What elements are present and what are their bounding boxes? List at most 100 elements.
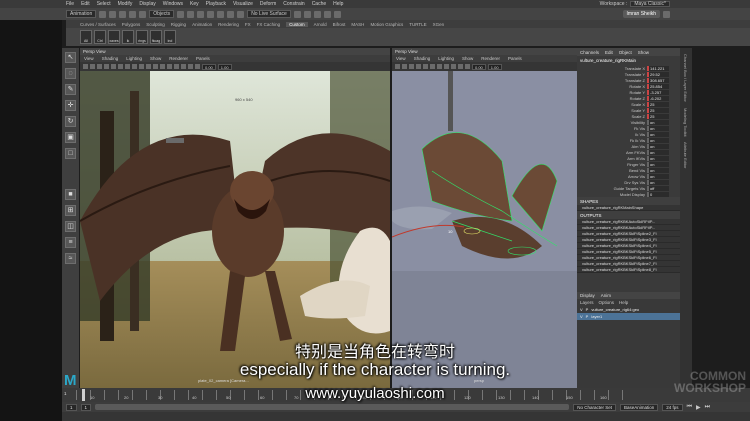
r-bookmark-icon[interactable] [409,64,414,69]
range-start-field[interactable]: 1 [80,403,92,411]
play-forward-icon[interactable]: ▶ [696,404,701,411]
right-menu-show[interactable]: Show [462,56,473,61]
grid-toggle-icon[interactable] [111,64,116,69]
play-end-icon[interactable]: ⏭ [705,404,710,411]
r-grid-toggle-icon[interactable] [423,64,428,69]
channel-attribute-row[interactable]: Scale X 25 [577,101,680,107]
new-scene-icon[interactable] [99,10,107,18]
attribute-value-field[interactable]: on [647,155,669,161]
tab-fx[interactable]: FX [245,22,251,27]
tab-fx-caching[interactable]: FX Caching [257,22,281,27]
outliner-pane-icon[interactable]: ≡ [65,237,76,248]
r-camera-lock-icon[interactable] [402,64,407,69]
tab-custom[interactable]: Custom [286,21,308,27]
layer-row-geo[interactable]: V P vulture_creature_rig64:geo [577,306,680,313]
image-plane-icon[interactable] [104,64,109,69]
right-menu-renderer[interactable]: Renderer [481,56,500,61]
tab-sculpting[interactable]: Sculpting [146,22,165,27]
tab-display-layers[interactable]: Display [580,293,595,298]
select-hierarchy-icon[interactable] [177,10,185,18]
attribute-value-field[interactable]: 25 [647,113,669,119]
left-menu-show[interactable]: Show [150,56,161,61]
left-gamma-field[interactable]: 1.00 [217,63,232,70]
gate-mask-icon[interactable] [132,64,137,69]
attribute-value-field[interactable]: on [647,173,669,179]
attribute-value-field[interactable]: on [647,119,669,125]
attribute-value-field[interactable]: off [647,185,669,191]
snap-grid-icon[interactable] [207,10,215,18]
menu-visualize[interactable]: Visualize [233,1,253,7]
right-menu-view[interactable]: View [396,56,406,61]
channel-attribute-row[interactable]: Arm IKVis on [577,155,680,161]
channel-attribute-row[interactable]: Rotate X 25.854 [577,83,680,89]
tab-turtle[interactable]: TURTLE [409,22,426,27]
attribute-value-field[interactable]: -3.257 [647,89,669,95]
side-tab-attribute-editor[interactable]: Attribute Editor [683,142,688,168]
channel-attribute-row[interactable]: Arrow Vis on [577,173,680,179]
tab-rendering[interactable]: Rendering [218,22,239,27]
cb-menu-object[interactable]: Object [619,50,632,55]
four-pane-icon[interactable]: ⊞ [65,205,76,216]
r-resolution-gate-icon[interactable] [437,64,442,69]
menuset-dropdown[interactable]: Animation [66,10,97,18]
side-tab-channel-box[interactable]: Channel Box / Layer Editor [683,54,688,102]
command-line[interactable] [62,412,750,421]
two-pane-icon[interactable]: ◫ [65,221,76,232]
channel-attribute-row[interactable]: Aim Vis on [577,143,680,149]
tab-anim-layers[interactable]: Anim [601,293,611,298]
left-menu-panels[interactable]: Panels [196,56,210,61]
ipr-render-icon[interactable] [313,10,321,18]
play-back-icon[interactable]: ⏮ [687,404,692,411]
r-wireframe-icon[interactable] [444,64,449,69]
menu-cache[interactable]: Cache [312,1,326,7]
resolution-gate-icon[interactable] [125,64,130,69]
le-menu-options[interactable]: Options [599,300,615,305]
graph-pane-icon[interactable]: ≈ [65,253,76,264]
output-node[interactable]: vulture_creature_rigRKBKSklFtSpline8_Fl [577,267,680,273]
snap-curve-icon[interactable] [217,10,225,18]
start-frame-field[interactable]: 1 [66,403,77,411]
left-exposure-field[interactable]: 0.00 [202,63,216,70]
attribute-value-field[interactable]: on [647,167,669,173]
tab-bifrost[interactable]: Bifrost [333,22,346,27]
attribute-value-field[interactable]: -6.202 [647,95,669,101]
attribute-value-field[interactable]: on [647,125,669,131]
shelf-button-ind[interactable]: ind [164,30,176,44]
menu-help[interactable]: Help [333,1,343,7]
side-tab-modeling-toolkit[interactable]: Modeling Toolkit [683,108,688,137]
attribute-value-field[interactable]: 0 [647,191,669,197]
menu-edit[interactable]: Edit [81,1,90,7]
shelf-button-xaxes[interactable]: xaxes [108,30,120,44]
r-image-plane-icon[interactable] [416,64,421,69]
paint-select-icon[interactable]: ✎ [65,84,76,95]
attribute-value-field[interactable]: on [647,131,669,137]
layer1-playback-toggle[interactable]: P [586,314,589,319]
channel-attribute-row[interactable]: Guide Targets Vis off [577,185,680,191]
select-tool-icon[interactable]: ↖ [65,52,76,63]
menu-deform[interactable]: Deform [260,1,276,7]
safe-action-icon[interactable] [146,64,151,69]
snap-surface-icon[interactable] [237,10,245,18]
render-frame-icon[interactable] [303,10,311,18]
select-component-icon[interactable] [197,10,205,18]
menu-key[interactable]: Key [190,1,199,7]
single-pane-icon[interactable]: ■ [65,189,76,200]
render-settings-icon[interactable] [323,10,331,18]
anim-layer-dropdown[interactable]: BaseAnimation [620,403,659,411]
attribute-value-field[interactable]: 25 [647,101,669,107]
redo-icon[interactable] [139,10,147,18]
attribute-value-field[interactable]: 141.221 [647,65,669,71]
channel-attribute-row[interactable]: Visibility on [577,119,680,125]
channel-attribute-row[interactable]: Fk Vis on [577,125,680,131]
field-chart-icon[interactable] [139,64,144,69]
workspace-dropdown[interactable]: Maya Classic* [630,1,670,7]
left-menu-shading[interactable]: Shading [102,56,119,61]
r-lights-icon[interactable] [465,64,470,69]
le-menu-help[interactable]: Help [619,300,628,305]
scale-tool-icon[interactable]: ▣ [65,132,76,143]
right-menu-shading[interactable]: Shading [414,56,431,61]
range-bar[interactable] [95,404,570,410]
tab-arnold[interactable]: Arnold [314,22,327,27]
wireframe-icon[interactable] [153,64,158,69]
r-camera-select-icon[interactable] [395,64,400,69]
